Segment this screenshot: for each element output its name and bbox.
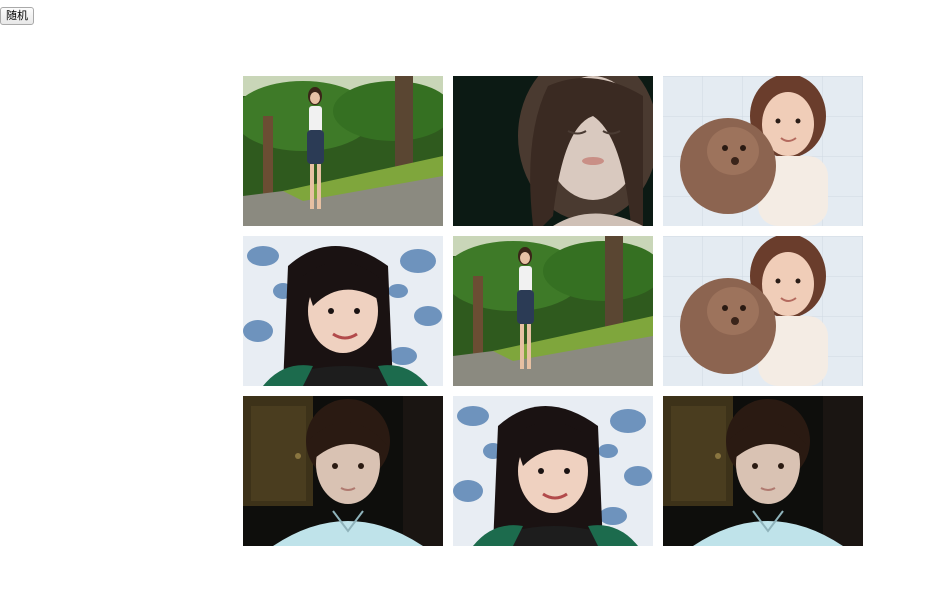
- photo-image: [243, 396, 443, 546]
- photo-image: [663, 236, 863, 386]
- photo-8[interactable]: [453, 396, 653, 546]
- photo-image: [663, 396, 863, 546]
- photo-image: [243, 236, 443, 386]
- photo-2[interactable]: [453, 76, 653, 226]
- photo-4[interactable]: [243, 236, 443, 386]
- photo-image: [453, 396, 653, 546]
- photo-5[interactable]: [453, 236, 653, 386]
- photo-3[interactable]: [663, 76, 863, 226]
- photo-image: [243, 76, 443, 226]
- photo-9[interactable]: [663, 396, 863, 546]
- photo-image: [453, 76, 653, 226]
- photo-image: [663, 76, 863, 226]
- photo-image: [453, 236, 653, 386]
- photo-7[interactable]: [243, 396, 443, 546]
- photo-6[interactable]: [663, 236, 863, 386]
- random-button[interactable]: 随机: [0, 7, 34, 25]
- photo-gallery: [243, 76, 863, 546]
- photo-1[interactable]: [243, 76, 443, 226]
